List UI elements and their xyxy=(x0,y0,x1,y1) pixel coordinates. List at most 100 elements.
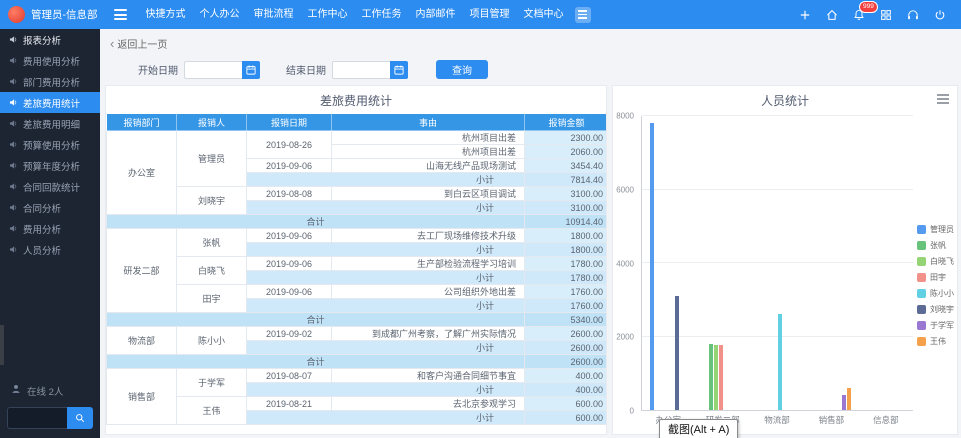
top-nav: 快捷方式 个人办公 审批流程 工作中心 工作任务 内部邮件 项目管理 文档中心 xyxy=(139,0,571,29)
y-axis-label: 0 xyxy=(629,406,634,416)
speaker-icon xyxy=(9,35,18,44)
cell-amount: 3100.00 xyxy=(524,186,606,201)
cell-reason: 山海无线产品现场测试 xyxy=(331,158,525,173)
headset-icon[interactable] xyxy=(906,8,920,22)
bar-group xyxy=(859,116,913,410)
chart-legend: 管理员张帆白晓飞田宇陈小小刘晓宇于学军王伟 xyxy=(917,224,954,347)
more-menu-icon[interactable] xyxy=(574,6,591,23)
calendar-icon[interactable] xyxy=(242,60,260,79)
nav-item[interactable]: 项目管理 xyxy=(463,0,517,29)
sidebar-item[interactable]: 报表分析 xyxy=(0,29,100,50)
legend-item[interactable]: 王伟 xyxy=(917,336,954,347)
sidebar-item[interactable]: 预算使用分析 xyxy=(0,134,100,155)
legend-label: 于学军 xyxy=(930,321,954,330)
bar[interactable] xyxy=(674,296,679,410)
cell-sublabel: 小计 xyxy=(246,200,525,215)
nav-item[interactable]: 工作任务 xyxy=(355,0,409,29)
bar[interactable] xyxy=(718,345,723,410)
cell-reason: 去工厂现场维修技术升级 xyxy=(331,228,525,243)
sidebar-item[interactable]: 费用分析 xyxy=(0,218,100,239)
sidebar-item[interactable]: 部门费用分析 xyxy=(0,71,100,92)
search-icon[interactable] xyxy=(67,407,93,429)
start-date-input[interactable] xyxy=(184,60,242,79)
legend-item[interactable]: 管理员 xyxy=(917,224,954,235)
speaker-icon xyxy=(9,98,18,107)
back-link[interactable]: ‹ 返回上一页 xyxy=(110,36,167,51)
cell-dept: 销售部 xyxy=(106,368,177,425)
expense-table: 报销部门 报销人 报销日期 事由 报销金额 办公室 管理员 2019-08-26 杭州项目出差… xyxy=(106,113,606,425)
nav-item[interactable]: 审批流程 xyxy=(247,0,301,29)
breadcrumb: ‹ 返回上一页 xyxy=(100,29,961,53)
nav-item[interactable]: 个人办公 xyxy=(193,0,247,29)
bar[interactable] xyxy=(847,387,852,410)
person-chart-card: 人员统计 02000400060008000 办公室研发二部物流部销售部信息部 … xyxy=(612,85,958,435)
cell-amount: 1780.00 xyxy=(524,256,606,271)
bar[interactable] xyxy=(778,314,782,410)
legend-item[interactable]: 于学军 xyxy=(917,320,954,331)
menu-toggle-icon[interactable] xyxy=(113,9,127,20)
chart-toolbox-icon[interactable] xyxy=(937,94,949,104)
sidebar-item-label: 部门费用分析 xyxy=(23,77,81,89)
sidebar-item-label: 预算年度分析 xyxy=(23,161,81,173)
sidebar-item[interactable]: 合同回款统计 xyxy=(0,176,100,197)
cell-date: 2019-09-06 xyxy=(246,228,332,243)
cell-person: 于学军 xyxy=(176,368,247,397)
legend-item[interactable]: 刘晓宇 xyxy=(917,304,954,315)
bar[interactable] xyxy=(649,122,654,410)
nav-item[interactable]: 文档中心 xyxy=(517,0,571,29)
query-button[interactable]: 查询 xyxy=(436,60,488,79)
nav-item[interactable]: 内部邮件 xyxy=(409,0,463,29)
sidebar-item[interactable]: 预算年度分析 xyxy=(0,155,100,176)
nav-item[interactable]: 工作中心 xyxy=(301,0,355,29)
plus-icon[interactable] xyxy=(798,8,812,22)
start-date-label: 开始日期 xyxy=(138,66,178,77)
speaker-icon xyxy=(9,77,18,86)
online-status: 在线 2人 xyxy=(10,383,63,398)
app-logo[interactable] xyxy=(8,6,25,23)
sidebar-search xyxy=(7,407,93,429)
y-axis-label: 2000 xyxy=(616,332,634,342)
sidebar-item[interactable]: 费用使用分析 xyxy=(0,50,100,71)
total-row: 合计 10914.40 xyxy=(106,214,606,229)
sidebar-item[interactable]: 人员分析 xyxy=(0,239,100,260)
home-icon[interactable] xyxy=(825,8,839,22)
scrollbar-thumb[interactable] xyxy=(0,325,4,365)
calendar-icon[interactable] xyxy=(390,60,408,79)
cell-person: 田宇 xyxy=(176,284,247,313)
end-date-input[interactable] xyxy=(332,60,390,79)
bar[interactable] xyxy=(842,395,847,410)
sidebar-search-input[interactable] xyxy=(7,407,67,429)
cell-totlabel: 合计 xyxy=(106,312,525,327)
cell-person: 王伟 xyxy=(176,396,247,425)
sidebar-item[interactable]: 合同分析 xyxy=(0,197,100,218)
cell-amount: 7814.40 xyxy=(524,172,606,187)
cell-amount: 3454.40 xyxy=(524,158,606,173)
start-date-picker xyxy=(184,60,260,79)
sidebar-item[interactable]: 差旅费用明细 xyxy=(0,113,100,134)
column-header: 事由 xyxy=(331,113,525,131)
cell-reason: 杭州项目出差 xyxy=(331,130,525,145)
cell-totlabel: 合计 xyxy=(106,214,525,229)
notification-bell-icon[interactable]: 999 xyxy=(852,0,878,22)
notification-badge: 999 xyxy=(859,0,878,13)
x-axis-label: 信息部 xyxy=(873,415,899,425)
cell-sublabel: 小计 xyxy=(246,340,525,355)
power-icon[interactable] xyxy=(933,8,947,22)
bar[interactable] xyxy=(713,344,718,410)
sidebar-item[interactable]: 差旅费用统计 xyxy=(0,92,100,113)
cell-sublabel: 小计 xyxy=(246,172,525,187)
cell-sublabel: 小计 xyxy=(246,242,525,257)
cell-amount: 2600.00 xyxy=(524,354,606,369)
nav-item[interactable]: 快捷方式 xyxy=(139,0,193,29)
cell-amount: 1780.00 xyxy=(524,270,606,285)
cell-amount: 1800.00 xyxy=(524,242,606,257)
legend-item[interactable]: 陈小小 xyxy=(917,288,954,299)
bar[interactable] xyxy=(708,343,713,410)
query-form: 开始日期 结束日期 查询 xyxy=(138,60,961,79)
legend-item[interactable]: 白晓飞 xyxy=(917,256,954,267)
legend-label: 白晓飞 xyxy=(930,257,954,266)
legend-item[interactable]: 张帆 xyxy=(917,240,954,251)
cell-sublabel: 小计 xyxy=(246,382,525,397)
legend-item[interactable]: 田宇 xyxy=(917,272,954,283)
apps-grid-icon[interactable] xyxy=(879,8,893,22)
